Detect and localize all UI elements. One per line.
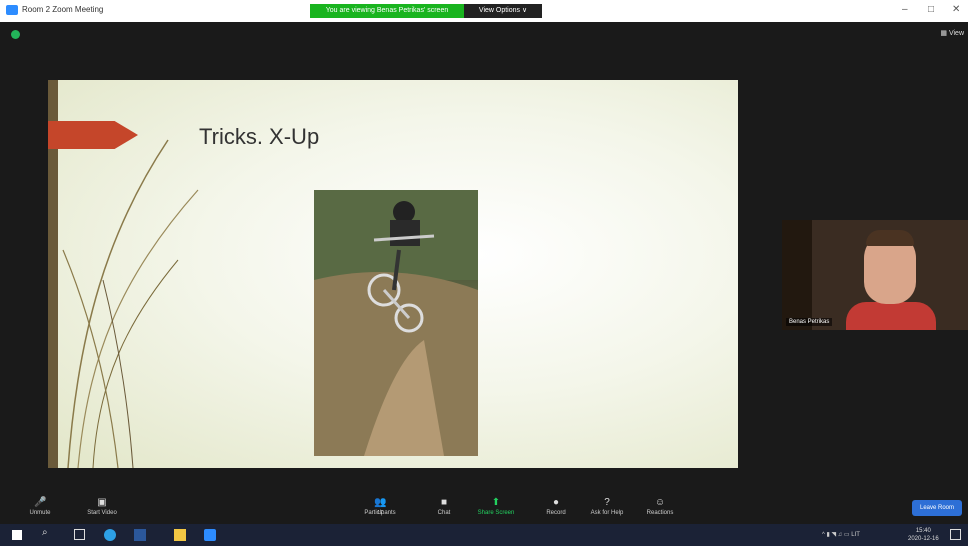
participants-button[interactable]: 👥17 Participants <box>350 494 410 524</box>
word-icon[interactable] <box>134 529 146 541</box>
system-tray[interactable]: ^ ▮ ◥ ♫ ▭ LIT <box>822 531 860 538</box>
file-explorer-icon[interactable] <box>174 529 186 541</box>
microphone-muted-icon: 🎤 <box>34 497 47 508</box>
meeting-toolbar: 🎤 Unmute ▣ Start Video 👥17 Participants … <box>0 494 968 524</box>
meeting-area: ▦ View Tricks. X-Up Benas Petrikas <box>0 22 968 524</box>
reactions-icon: ☺ <box>654 497 666 508</box>
view-button[interactable]: ▦ View <box>940 29 964 37</box>
clock-date: 2020-12-16 <box>908 536 939 542</box>
notification-icon[interactable] <box>950 529 961 540</box>
shared-slide: Tricks. X-Up <box>48 80 738 468</box>
screen-share-banner: You are viewing Benas Petrikas' screen <box>310 4 464 18</box>
minimize-icon[interactable]: – <box>902 4 908 15</box>
share-screen-icon: ⬆ <box>491 497 501 508</box>
participant-shirt <box>846 302 936 330</box>
share-screen-button[interactable]: ⬆ Share Screen <box>466 494 526 524</box>
unmute-button[interactable]: 🎤 Unmute <box>10 494 70 524</box>
view-options-button[interactable]: View Options ∨ <box>464 4 542 18</box>
zoom-taskbar-icon[interactable] <box>204 529 216 541</box>
windows-start-icon[interactable] <box>12 530 22 540</box>
slide-title: Tricks. X-Up <box>199 124 320 149</box>
security-shield-icon[interactable] <box>11 30 20 39</box>
windows-taskbar: ⌕ ^ ▮ ◥ ♫ ▭ LIT 15:40 2020-12-16 <box>0 524 968 546</box>
reactions-button[interactable]: ☺ Reactions <box>630 494 690 524</box>
ask-for-help-button[interactable]: ? Ask for Help <box>577 494 637 524</box>
view-label: View <box>948 30 964 37</box>
start-video-button[interactable]: ▣ Start Video <box>72 494 132 524</box>
participant-hair <box>866 230 914 246</box>
language-indicator: LIT <box>851 532 860 538</box>
help-icon: ? <box>604 497 610 508</box>
background-wall <box>782 220 812 330</box>
chat-icon: ■ <box>440 497 448 508</box>
search-icon[interactable]: ⌕ <box>42 527 54 539</box>
leave-room-button[interactable]: Leave Room <box>912 500 962 516</box>
maximize-icon[interactable]: □ <box>928 4 934 15</box>
window-titlebar: Room 2 Zoom Meeting You are viewing Bena… <box>0 0 968 22</box>
slide-photo-bmx-rider <box>314 190 478 456</box>
clock-time: 15:40 <box>915 528 931 534</box>
video-off-icon: ▣ <box>97 497 107 508</box>
window-title: Room 2 Zoom Meeting <box>22 5 104 14</box>
participant-name: Benas Petrikas <box>786 318 833 326</box>
participants-icon: 👥17 <box>374 497 387 517</box>
close-icon[interactable]: ✕ <box>952 4 960 15</box>
task-view-icon[interactable] <box>74 529 85 540</box>
participant-video-tile[interactable]: Benas Petrikas <box>782 220 968 330</box>
chat-button[interactable]: ■ Chat <box>414 494 474 524</box>
clock[interactable]: 15:40 2020-12-16 <box>908 527 939 543</box>
zoom-app-icon <box>6 5 18 15</box>
record-icon: ● <box>552 497 560 508</box>
edge-browser-icon[interactable] <box>104 529 116 541</box>
